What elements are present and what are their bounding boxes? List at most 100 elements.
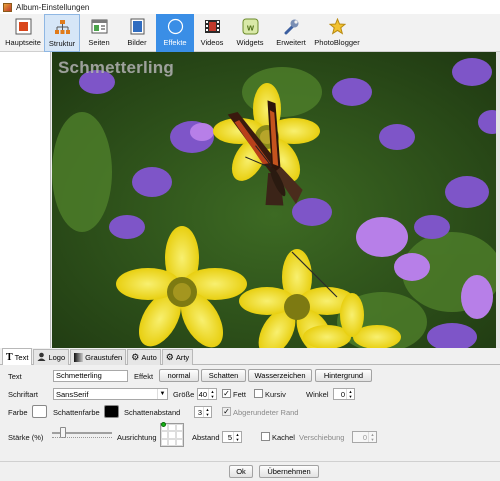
verschiebung-label: Verschiebung — [299, 433, 345, 442]
slider-ticks — [52, 437, 112, 439]
winkel-label: Winkel — [306, 390, 329, 399]
tab-label: Text — [14, 352, 29, 362]
chevron-down-icon: ▼ — [157, 389, 167, 399]
toolbar-videos[interactable]: Videos — [194, 14, 230, 52]
ausrichtung-label: Ausrichtung — [117, 433, 157, 442]
angle-spinner-value: 0 — [340, 389, 345, 399]
app-icon — [3, 2, 12, 12]
text-settings-panel: Text Schmetterling Effekt normal Schatte… — [0, 365, 500, 481]
spinner-arrows-icon: ▲ ▼ — [233, 432, 241, 442]
toolbar-label: Hauptseite — [5, 38, 41, 47]
abgerundeter-rand-label: Abgerundeter Rand — [233, 408, 299, 417]
widgets-icon: w — [242, 18, 259, 35]
toolbar-label: PhotoBlogger — [314, 38, 360, 47]
window-title: Album-Einstellungen — [16, 2, 90, 12]
schattenfarbe-label: Schattenfarbe — [53, 408, 100, 417]
spacing-spinner-value: 5 — [227, 432, 232, 442]
kursiv-label: Kursiv — [265, 390, 286, 399]
grayscale-icon — [74, 353, 84, 362]
apply-button[interactable]: Übernehmen — [259, 465, 319, 478]
alignment-marker — [161, 422, 166, 427]
font-select-value: SansSerif — [56, 389, 89, 399]
structure-icon — [54, 19, 71, 36]
spacing-spinner[interactable]: 5 ▲ ▼ — [222, 431, 242, 443]
text-label: Text — [8, 372, 22, 381]
toolbar-erweitert[interactable]: Erweitert — [270, 14, 312, 52]
text-input[interactable]: Schmetterling — [53, 370, 128, 382]
abstand-label: Abstand — [192, 433, 220, 442]
ok-button[interactable]: Ok — [229, 465, 253, 478]
toolbar-label: Erweitert — [276, 38, 306, 47]
effect-wasserzeichen-button[interactable]: Wasserzeichen — [248, 369, 312, 382]
tab-label: Auto — [141, 353, 157, 362]
spinner-arrows-icon: ▲ ▼ — [203, 407, 211, 417]
size-spinner[interactable]: 40 ▲ ▼ — [197, 388, 217, 400]
schattenabstand-label: Schattenabstand — [124, 408, 181, 417]
italic-checkbox[interactable] — [254, 389, 263, 398]
text-color-swatch[interactable] — [32, 405, 47, 418]
preview-scrollbar[interactable] — [496, 52, 500, 348]
shadow-distance-value: 3 — [197, 407, 202, 417]
toolbar-struktur[interactable]: Struktur — [44, 14, 80, 52]
effect-normal-button[interactable]: normal — [159, 369, 199, 382]
footer-separator — [0, 461, 500, 462]
offset-spinner[interactable]: 0 ▲ ▼ — [352, 431, 377, 443]
tab-label: Logo — [48, 353, 66, 362]
size-spinner-value: 40 — [198, 389, 207, 399]
gear-icon: ⚙ — [131, 352, 140, 362]
logo-icon — [37, 352, 46, 363]
butterfly-photo — [52, 52, 496, 348]
shadow-color-swatch[interactable] — [104, 405, 119, 418]
toolbar-label: Videos — [200, 38, 224, 47]
images-icon — [129, 18, 146, 35]
bold-checkbox[interactable]: ✓ — [222, 389, 231, 398]
svg-text:w: w — [245, 23, 254, 33]
effect-hintergrund-button[interactable]: Hintergrund — [315, 369, 372, 382]
toolbar-effekte[interactable]: Effekte — [156, 14, 194, 52]
tab-graustufen[interactable]: Graustufen — [70, 349, 127, 365]
spinner-arrows-icon: ▲ ▼ — [208, 389, 216, 399]
fett-label: Fett — [233, 390, 246, 399]
tab-label: Graustufen — [85, 353, 123, 362]
advanced-icon — [283, 18, 300, 35]
toolbar-photoblogger[interactable]: PhotoBlogger — [312, 14, 362, 52]
tile-checkbox[interactable] — [261, 432, 270, 441]
title-bar: Album-Einstellungen — [0, 0, 500, 14]
toolbar-seiten[interactable]: Seiten — [80, 14, 118, 52]
tab-auto[interactable]: ⚙ Auto — [127, 349, 161, 365]
album-tree-panel[interactable] — [0, 52, 51, 348]
watermark-text-overlay: Schmetterling — [58, 58, 174, 77]
shadow-distance-spinner[interactable]: 3 ▲ ▼ — [194, 406, 212, 418]
toolbar-label: Seiten — [88, 38, 110, 47]
spinner-arrows-icon: ▲ ▼ — [346, 389, 354, 399]
text-icon: T — [6, 351, 13, 363]
schriftart-label: Schriftart — [8, 390, 39, 399]
angle-spinner[interactable]: 0 ▲ ▼ — [333, 388, 355, 400]
strength-slider[interactable] — [52, 426, 112, 438]
toolbar-label: Effekte — [163, 38, 187, 47]
image-preview: Schmetterling — [52, 52, 496, 348]
kachel-label: Kachel — [272, 433, 295, 442]
tab-logo[interactable]: Logo — [33, 349, 70, 365]
effekt-label: Effekt — [134, 372, 154, 381]
toolbar-hauptseite[interactable]: Hauptseite — [2, 14, 44, 52]
gear-icon: ⚙ — [165, 352, 174, 362]
toolbar-bilder[interactable]: Bilder — [118, 14, 156, 52]
tab-arty[interactable]: ⚙ Arty — [161, 349, 194, 365]
toolbar-label: Struktur — [48, 39, 76, 48]
main-toolbar: Hauptseite Struktur Seiten Bilder Effekt… — [0, 14, 500, 52]
font-select[interactable]: SansSerif ▼ — [53, 388, 168, 400]
pages-icon — [91, 18, 108, 35]
rounded-border-checkbox[interactable]: ✓ — [222, 407, 231, 416]
farbe-label: Farbe — [8, 408, 28, 417]
toolbar-label: Bilder — [127, 38, 147, 47]
toolbar-label: Widgets — [236, 38, 264, 47]
groesse-label: Größe — [173, 390, 195, 399]
effect-schatten-button[interactable]: Schatten — [201, 369, 246, 382]
tab-text[interactable]: T Text — [2, 348, 33, 365]
effects-icon — [167, 18, 184, 35]
effect-tabs: T Text Logo Graustufen ⚙ Auto ⚙ Arty — [0, 348, 500, 365]
offset-spinner-value: 0 — [362, 432, 367, 442]
toolbar-widgets[interactable]: w Widgets — [230, 14, 270, 52]
photoblogger-icon — [328, 17, 346, 35]
